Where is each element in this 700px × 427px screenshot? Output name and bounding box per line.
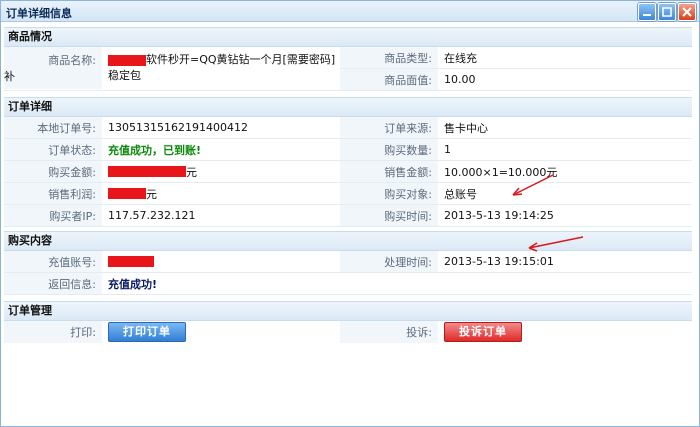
maximize-button[interactable] [658, 3, 676, 21]
return-info-value: 充值成功! [108, 277, 158, 291]
product-face-value: 10.00 [444, 73, 476, 86]
order-status-label: 订单状态: [4, 139, 102, 160]
local-order-no-value: 13051315162191400412 [108, 121, 248, 134]
redaction-mark [108, 256, 154, 267]
buyer-ip-value: 117.57.232.121 [108, 209, 196, 222]
minimize-button[interactable] [638, 3, 656, 21]
purchase-qty-value: 1 [444, 143, 451, 156]
sale-amount-value: 10.000×1=10.000元 [444, 165, 558, 179]
print-order-button[interactable]: 打印订单 [108, 322, 186, 342]
purchase-target-label: 购买对象: [340, 183, 438, 204]
sale-amount-label: 销售金额: [340, 161, 438, 182]
order-source-value: 售卡中心 [444, 121, 488, 135]
detail-content: 商品情况 商品名称: 软件秒开=QQ黄钻钻一个月[需要密码] 稳定包 商品类型:… [4, 27, 692, 343]
product-name-value: 软件秒开=QQ黄钻钻一个月[需要密码] 稳定包 [102, 47, 340, 89]
sale-profit-suffix: 元 [146, 187, 157, 201]
purchase-amount-label: 购买金额: [4, 161, 102, 182]
buyer-ip-label: 购买者IP: [4, 205, 102, 226]
order-row-1: 本地订单号: 13051315162191400412 订单来源: 售卡中心 [4, 117, 692, 139]
redaction-mark [108, 188, 146, 199]
window-title: 订单详细信息 [6, 7, 72, 20]
section-header-order: 订单详细 [4, 97, 692, 117]
purchase-qty-label: 购买数量: [340, 139, 438, 160]
complain-cell: 投诉订单 [438, 321, 692, 343]
complain-label: 投诉: [340, 321, 438, 343]
product-type-label: 商品类型: [340, 47, 438, 68]
print-label: 打印: [4, 321, 102, 343]
close-icon [682, 7, 692, 17]
order-detail-window: 订单详细信息 商品情况 商品名称: 软件秒开=QQ黄钻钻一个月[需要密码] 稳定… [0, 0, 700, 427]
annotation-arrow-process-time [528, 236, 584, 252]
section-header-product: 商品情况 [4, 27, 692, 47]
recharge-account-value [102, 251, 340, 272]
section-header-manage: 订单管理 [4, 301, 692, 321]
purchase-time-label: 购买时间: [340, 205, 438, 226]
local-order-no-label: 本地订单号: [4, 117, 102, 138]
order-row-4: 销售利润: 元 购买对象: 总账号 [4, 183, 692, 205]
order-row-2: 订单状态: 充值成功，已到账! 购买数量: 1 [4, 139, 692, 161]
manage-row: 打印: 打印订单 投诉: 投诉订单 [4, 321, 692, 343]
order-status-value: 充值成功，已到账! [108, 143, 202, 157]
annotation-arrow-purchase-time [512, 174, 554, 196]
minimize-icon [643, 14, 651, 16]
product-name-wrap: 补 [4, 70, 15, 83]
content-row-1: 充值账号: 处理时间: 2013-5-13 19:15:01 [4, 251, 692, 273]
redaction-mark [108, 166, 186, 177]
complain-order-button[interactable]: 投诉订单 [444, 322, 522, 342]
redaction-mark [108, 54, 146, 66]
order-row-5: 购买者IP: 117.57.232.121 购买时间: 2013-5-13 19… [4, 205, 692, 227]
window-controls [638, 3, 696, 21]
process-time-value: 2013-5-13 19:15:01 [444, 255, 554, 268]
content-row-2: 返回信息: 充值成功! [4, 273, 692, 295]
purchase-amount-value: 元 [102, 161, 340, 182]
order-source-label: 订单来源: [340, 117, 438, 138]
recharge-account-label: 充值账号: [4, 251, 102, 272]
maximize-icon [662, 7, 672, 17]
purchase-time-value: 2013-5-13 19:14:25 [444, 209, 554, 222]
title-bar: 订单详细信息 [1, 1, 699, 22]
purchase-amount-suffix: 元 [186, 165, 197, 179]
process-time-label: 处理时间: [340, 251, 438, 272]
purchase-target-value: 总账号 [444, 187, 477, 201]
order-row-3: 购买金额: 元 销售金额: 10.000×1=10.000元 [4, 161, 692, 183]
sale-profit-label: 销售利润: [4, 183, 102, 204]
product-face-label: 商品面值: [340, 69, 438, 90]
product-name-label: 商品名称: [4, 47, 102, 89]
print-cell: 打印订单 [102, 321, 340, 343]
product-type-value: 在线充 [444, 51, 477, 65]
product-row-1: 商品名称: 软件秒开=QQ黄钻钻一个月[需要密码] 稳定包 商品类型: 在线充 … [4, 47, 692, 91]
sale-profit-value: 元 [102, 183, 340, 204]
close-button[interactable] [678, 3, 696, 21]
return-info-label: 返回信息: [4, 273, 102, 294]
